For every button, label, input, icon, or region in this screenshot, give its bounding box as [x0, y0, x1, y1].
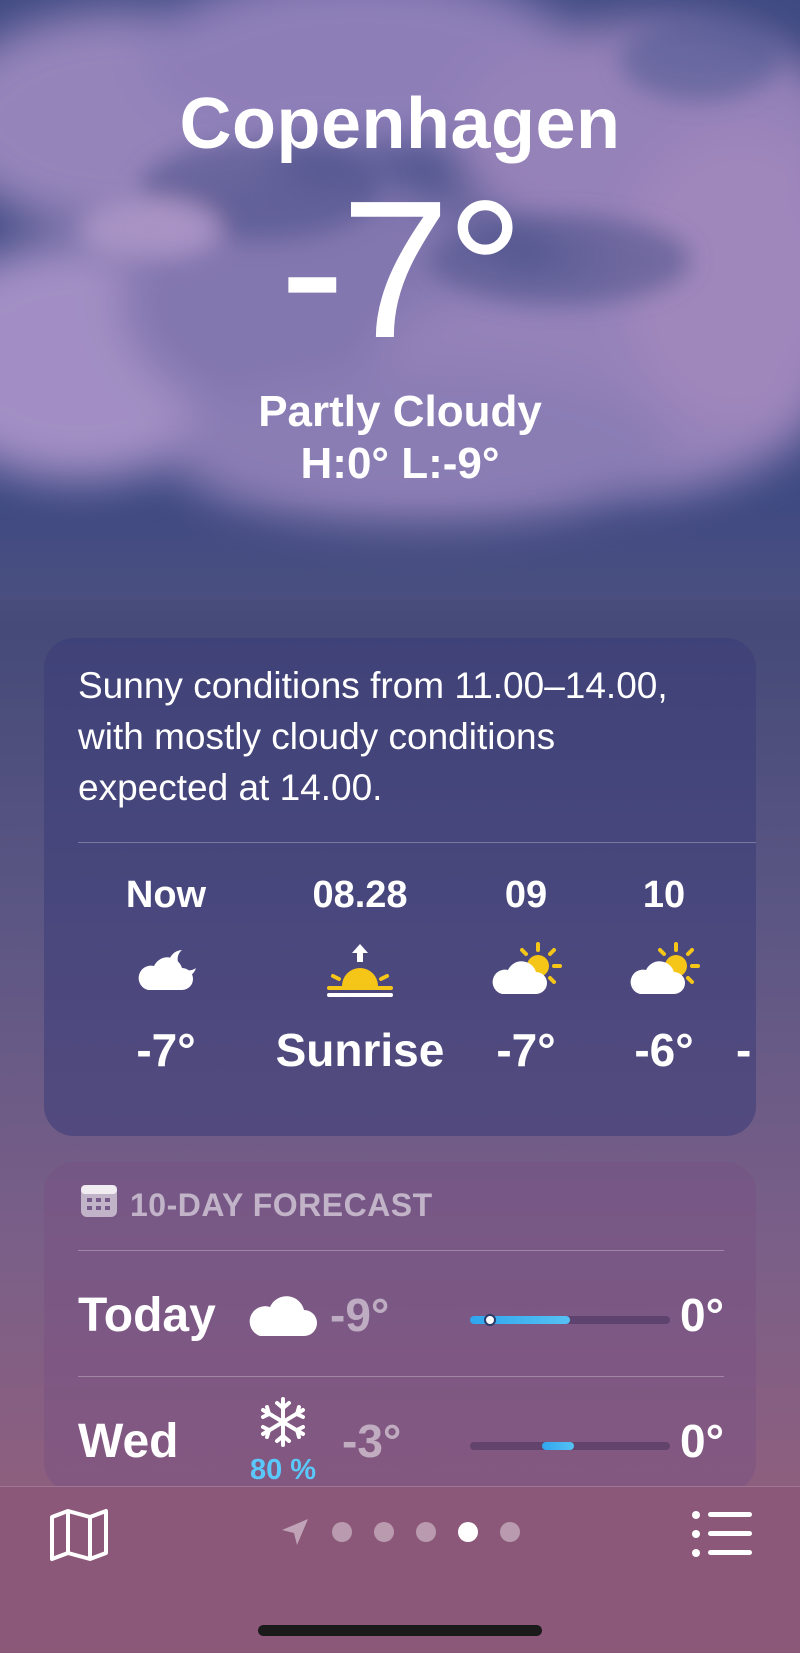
hour-item: 10 -6°	[594, 870, 734, 1080]
cloud-icon	[248, 1270, 318, 1360]
forecast-day: Wed	[78, 1415, 179, 1468]
forecast-high: 0°	[680, 1289, 724, 1341]
high-low-text: H:0° L:-9°	[300, 439, 500, 489]
cloud-moon-icon	[96, 920, 236, 1020]
forecast-low: -3°	[342, 1415, 402, 1467]
forecast-high: 0°	[680, 1415, 724, 1467]
cloud-sun-icon	[594, 920, 734, 1020]
forecast-row[interactable]: Today -9° 0°	[78, 1252, 724, 1376]
hour-time: Now	[125, 874, 207, 916]
calendar-icon	[80, 1184, 118, 1226]
hour-time: 08.28	[312, 874, 408, 916]
sun-icon	[730, 920, 756, 1020]
snowflake-icon: 80 %	[248, 1396, 318, 1486]
hourly-forecast-card[interactable]: Sunny conditions from 11.00–14.00, with …	[44, 638, 756, 1136]
list-icon[interactable]	[692, 1509, 752, 1559]
cloud-sun-icon	[456, 920, 596, 1020]
page-dot[interactable]	[374, 1522, 394, 1542]
city-name: Copenhagen	[179, 84, 621, 164]
hour-time: 10	[642, 874, 686, 916]
sunrise-icon	[240, 920, 480, 1020]
temperature-range-bar	[470, 1442, 670, 1450]
precipitation-chance: 80 %	[249, 1454, 317, 1486]
hour-time	[730, 870, 756, 920]
page-dot[interactable]	[332, 1522, 352, 1542]
page-dot[interactable]	[416, 1522, 436, 1542]
hourly-scroller[interactable]: Now -7° 08.28 Sunrise 09 -7° 10 -6° -	[44, 870, 756, 1110]
forecast-low: -9°	[330, 1289, 390, 1341]
hour-item: Now -7°	[96, 870, 236, 1080]
temperature-range-fill	[542, 1442, 574, 1450]
forecast-day: Today	[78, 1289, 216, 1342]
forecast-header: 10-DAY FORECAST	[80, 1184, 433, 1226]
divider	[78, 842, 756, 843]
condition-text: Partly Cloudy	[258, 387, 542, 436]
hour-item: -	[730, 870, 756, 1080]
ten-day-forecast-card[interactable]: 10-DAY FORECAST Today -9° 0° Wed 80 % -3…	[44, 1162, 756, 1492]
page-dot-active[interactable]	[458, 1522, 478, 1542]
bottom-toolbar	[0, 1486, 800, 1653]
forecast-row[interactable]: Wed 80 % -3° 0°	[78, 1378, 724, 1492]
hour-temp: -7°	[136, 1024, 196, 1076]
hour-item: 09 -7°	[456, 870, 596, 1080]
home-indicator[interactable]	[258, 1625, 542, 1636]
hour-temp: -7°	[496, 1024, 556, 1076]
divider	[78, 1376, 724, 1377]
page-dot[interactable]	[500, 1522, 520, 1542]
page-indicator[interactable]	[0, 1517, 800, 1547]
hour-temp: Sunrise	[275, 1024, 445, 1076]
divider	[78, 1250, 724, 1251]
hour-item: 08.28 Sunrise	[240, 870, 480, 1080]
current-temperature: -7°	[279, 160, 525, 379]
forecast-title: 10-DAY FORECAST	[130, 1186, 433, 1223]
hour-temp: -	[736, 1024, 752, 1076]
hour-temp: -6°	[634, 1024, 694, 1076]
hourly-summary: Sunny conditions from 11.00–14.00, with …	[78, 665, 668, 809]
hour-time: 09	[504, 874, 548, 916]
temperature-range-bar	[470, 1314, 670, 1326]
current-temp-marker	[484, 1314, 496, 1326]
current-weather: Copenhagen -7° Partly Cloudy H:0° L:-9°	[0, 88, 800, 489]
location-arrow-icon[interactable]	[280, 1517, 310, 1547]
